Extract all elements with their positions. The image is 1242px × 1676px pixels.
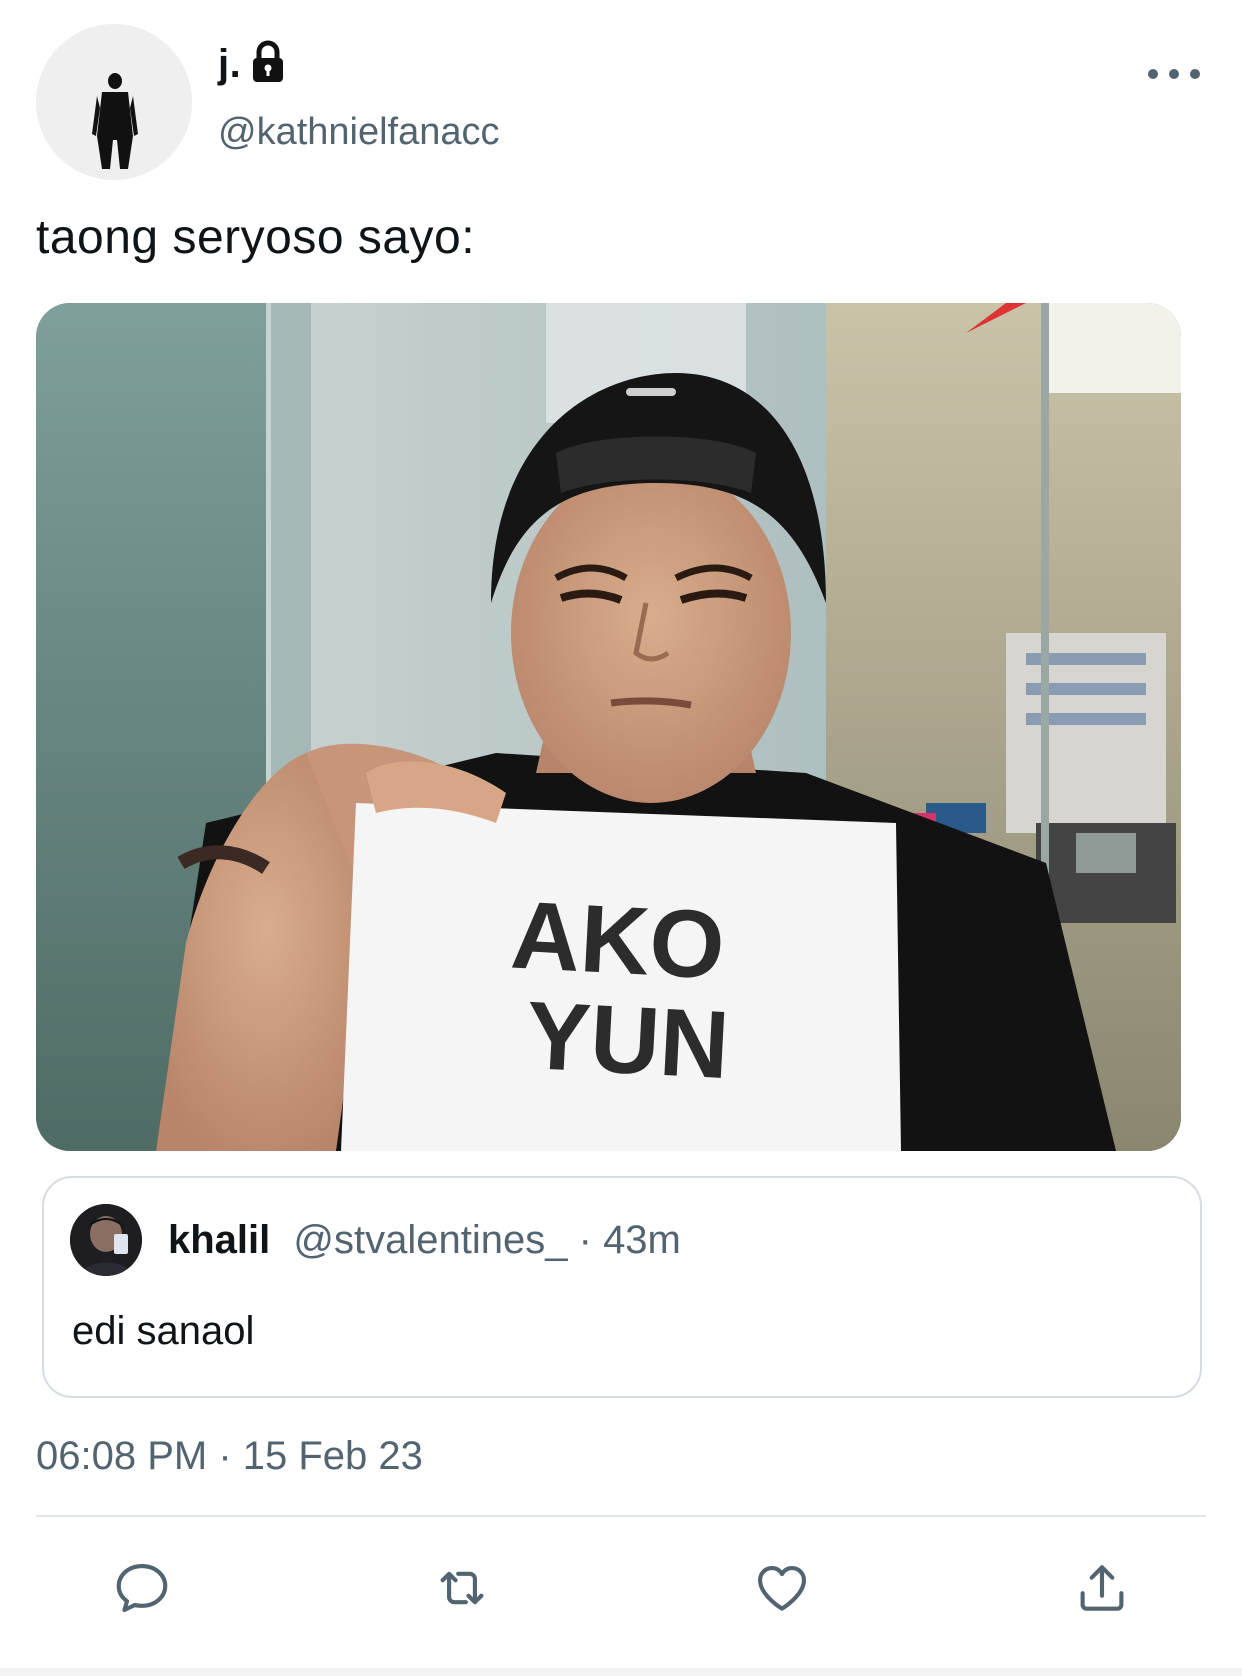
photo: AKO YUN xyxy=(36,303,1181,1151)
tweet-text: taong seryoso sayo: xyxy=(36,211,476,264)
tweet-timestamp[interactable]: 06:08 PM · 15 Feb 23 xyxy=(36,1431,423,1481)
quote-handle[interactable]: @stvalentines_ xyxy=(293,1218,567,1262)
quote-separator: · xyxy=(578,1218,592,1262)
author-handle[interactable]: @kathnielfanacc xyxy=(218,108,500,156)
sign-line-2: YUN xyxy=(524,982,732,1099)
tweet-media-image[interactable]: AKO YUN xyxy=(36,303,1181,1151)
share-button[interactable] xyxy=(1062,1548,1142,1628)
author-avatar[interactable] xyxy=(36,24,192,180)
quoted-tweet[interactable]: khalil @stvalentines_ · 43m edi sanaol xyxy=(42,1176,1202,1398)
bottom-separator xyxy=(0,1668,1242,1676)
quote-display-name[interactable]: khalil xyxy=(168,1218,270,1262)
action-bar xyxy=(0,1548,1242,1638)
reply-button[interactable] xyxy=(102,1548,182,1628)
quote-time[interactable]: 43m xyxy=(603,1218,681,1262)
author-display-name[interactable]: j. xyxy=(218,40,287,88)
retweet-icon xyxy=(440,1571,484,1605)
like-button[interactable] xyxy=(742,1548,822,1628)
share-icon xyxy=(1080,1565,1124,1611)
display-name-text: j. xyxy=(218,42,242,86)
avatar-photo-icon xyxy=(70,1204,142,1276)
person-silhouette-icon xyxy=(36,24,192,180)
lock-icon xyxy=(253,40,284,82)
more-dots-icon[interactable] xyxy=(1148,62,1200,86)
reply-icon xyxy=(116,1563,168,1613)
quote-author-avatar[interactable] xyxy=(70,1204,142,1276)
divider xyxy=(36,1515,1206,1517)
quote-text: edi sanaol xyxy=(72,1309,255,1353)
quote-header: khalil @stvalentines_ · 43m xyxy=(168,1216,681,1264)
retweet-button[interactable] xyxy=(422,1548,502,1628)
heart-icon xyxy=(757,1566,807,1611)
